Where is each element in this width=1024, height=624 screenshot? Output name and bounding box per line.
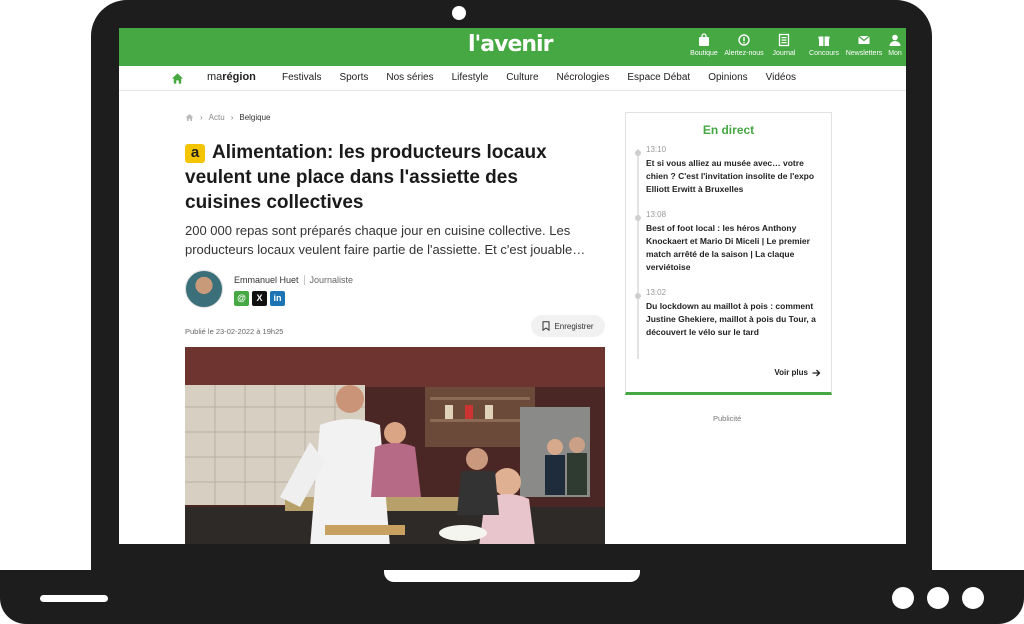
tool-boutique[interactable]: Boutique <box>684 33 724 63</box>
site-logo[interactable]: l'avenir <box>468 32 553 57</box>
top-bar: l'avenir Boutique Alertez-nous Journal C… <box>119 28 906 66</box>
main-nav: marégion Festivals Sports Nos séries Lif… <box>119 66 906 91</box>
ma-region-link[interactable]: marégion <box>207 71 256 83</box>
tool-journal[interactable]: Journal <box>764 33 804 63</box>
live-entry-time: 13:02 <box>646 288 667 297</box>
ad-label: Publicité <box>713 414 742 423</box>
article-title: Alimentation: les producteurs locaux veu… <box>185 142 547 213</box>
nav-item-opinions[interactable]: Opinions <box>708 72 747 83</box>
save-label: Enregistrer <box>554 321 594 331</box>
timeline-dot <box>635 215 641 221</box>
author-avatar[interactable] <box>185 270 223 308</box>
live-entry-time: 13:08 <box>646 210 667 219</box>
author-socials: @ X in <box>234 291 285 306</box>
browser-screen: l'avenir Boutique Alertez-nous Journal C… <box>119 28 906 544</box>
publish-date: Publié le 23-02-2022 à 19h25 <box>185 327 284 336</box>
laptop-dot <box>927 587 949 609</box>
region-prefix: ma <box>207 71 223 83</box>
tool-label: Alertez-nous <box>724 50 764 57</box>
laptop-base <box>0 570 1024 624</box>
nav-item-nos-series[interactable]: Nos séries <box>386 72 433 83</box>
see-more-link[interactable]: Voir plus <box>774 368 821 377</box>
live-entry[interactable]: 13:08 Best of foot local : les héros Ant… <box>646 210 818 274</box>
tool-label: Boutique <box>690 50 718 57</box>
article-photo[interactable] <box>185 347 605 544</box>
tool-label: Newsletters <box>845 50 883 57</box>
author-role: Journaliste <box>303 275 353 285</box>
live-entry-time: 13:10 <box>646 145 667 154</box>
nav-item-espace-debat[interactable]: Espace Débat <box>627 72 690 83</box>
breadcrumb: › Actu › Belgique <box>185 113 271 122</box>
live-entry[interactable]: 13:02 Du lockdown au maillot à pois : co… <box>646 288 818 339</box>
live-entry-headline[interactable]: Du lockdown au maillot à pois : comment … <box>646 300 818 339</box>
live-entry[interactable]: 13:10 Et si vous alliez au musée avec… v… <box>646 145 818 196</box>
linkedin-icon[interactable]: in <box>270 291 285 306</box>
author-line: Emmanuel Huet Journaliste <box>234 275 353 285</box>
webcam <box>452 6 466 20</box>
nav-item-videos[interactable]: Vidéos <box>766 72 796 83</box>
home-icon[interactable] <box>171 72 184 85</box>
article-lead: 200 000 repas sont préparés chaque jour … <box>185 223 586 257</box>
breadcrumb-separator: › <box>200 113 203 122</box>
live-title[interactable]: En direct <box>626 123 831 137</box>
top-tools: Boutique Alertez-nous Journal Concours N… <box>684 33 906 63</box>
live-entry-headline[interactable]: Et si vous alliez au musée avec… votre c… <box>646 157 818 196</box>
laptop-notch <box>384 570 640 582</box>
laptop-dot <box>962 587 984 609</box>
bag-icon <box>699 33 709 46</box>
tool-newsletters[interactable]: Newsletters <box>844 33 884 63</box>
nav-item-sports[interactable]: Sports <box>339 72 368 83</box>
x-icon[interactable]: X <box>252 291 267 306</box>
mail-icon <box>858 35 870 44</box>
timeline-line <box>637 149 639 359</box>
tool-concours[interactable]: Concours <box>804 33 844 63</box>
user-icon <box>889 34 901 46</box>
nav-item-necrologies[interactable]: Nécrologies <box>557 72 610 83</box>
kitchen-photo <box>185 347 605 544</box>
author-name[interactable]: Emmanuel Huet <box>234 275 299 285</box>
gift-icon <box>818 36 830 46</box>
nav-items: Festivals Sports Nos séries Lifestyle Cu… <box>282 72 796 83</box>
tool-label: Mon <box>888 50 902 57</box>
bookmark-icon <box>542 321 550 331</box>
timeline-dot <box>635 293 641 299</box>
laptop-speaker <box>40 595 108 602</box>
live-entry-headline[interactable]: Best of foot local : les héros Anthony K… <box>646 222 818 274</box>
tool-label: Journal <box>772 50 796 57</box>
email-icon[interactable]: @ <box>234 291 249 306</box>
alert-icon <box>738 34 750 46</box>
region-word: région <box>222 71 256 83</box>
tool-mon[interactable]: Mon <box>884 33 906 63</box>
tool-alertez-nous[interactable]: Alertez-nous <box>724 33 764 63</box>
live-feed: En direct 13:10 Et si vous alliez au mus… <box>625 112 832 395</box>
nav-item-lifestyle[interactable]: Lifestyle <box>452 72 489 83</box>
nav-item-festivals[interactable]: Festivals <box>282 72 321 83</box>
breadcrumb-belgique[interactable]: Belgique <box>239 113 270 122</box>
breadcrumb-separator: › <box>230 113 234 122</box>
nav-item-culture[interactable]: Culture <box>506 72 538 83</box>
newspaper-icon <box>778 33 790 47</box>
breadcrumb-actu[interactable]: Actu <box>209 113 225 122</box>
laptop-dot <box>892 587 914 609</box>
tool-label: Concours <box>809 50 839 57</box>
arrow-right-icon <box>812 369 821 376</box>
home-icon[interactable] <box>185 113 194 122</box>
timeline-dot <box>635 150 641 156</box>
save-button[interactable]: Enregistrer <box>531 315 605 337</box>
see-more-label: Voir plus <box>774 368 808 377</box>
